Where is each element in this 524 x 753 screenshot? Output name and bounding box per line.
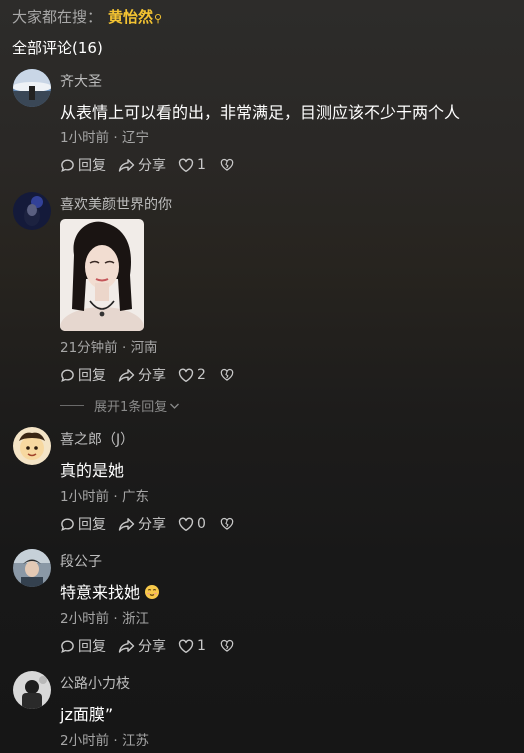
expand-replies-button[interactable]: 展开1条回复 [60,396,180,415]
heart-icon [178,158,194,172]
reply-button[interactable]: 回复 [60,636,106,656]
share-button[interactable]: 分享 [118,514,166,534]
username[interactable]: 段公子 [60,551,102,571]
reply-label: 回复 [78,639,106,655]
meta-separator: · [117,340,131,356]
reply-label: 回复 [78,517,106,533]
search-hint-label: 大家都在搜： [12,8,103,26]
meta-separator: · [109,733,122,749]
like-count: 0 [197,516,206,532]
comment-actions: 回复 分享 1 [60,636,234,656]
share-label: 分享 [138,517,166,533]
expand-replies-label: 展开1条回复 [94,400,168,415]
share-label: 分享 [138,368,166,384]
comment-actions: 回复 分享 0 [60,514,234,534]
reply-label: 回复 [78,368,106,384]
search-icon: ⚲ [154,12,163,25]
dislike-button[interactable] [220,639,234,653]
broken-heart-icon [220,158,234,171]
comment-actions: 回复 分享 1 [60,155,234,175]
comment-text: jz面膜” [60,705,114,724]
smile-emoji-icon [145,585,160,599]
heart-icon [178,639,194,653]
share-button[interactable]: 分享 [118,636,166,656]
comment-location: 江苏 [121,733,149,749]
comment-time: 1小时前 [60,489,110,505]
comment-meta: 2小时前 · 江苏 [60,729,149,749]
comment-text: 真的是她 [60,461,125,480]
share-icon [118,517,135,531]
username[interactable]: 喜之郎（J） [60,429,134,449]
comment-image[interactable] [60,219,144,331]
comments-count-title: 全部评论(16) [12,39,103,57]
comment-time: 1小时前 [60,130,110,146]
share-icon [118,158,135,172]
comment-time: 21分钟前 [60,340,118,356]
comment-meta: 1小时前 · 辽宁 [60,126,149,146]
comment-actions: 回复 分享 2 [60,365,234,385]
comment-text: 从表情上可以看的出，非常满足，目测应该不少于两个人 [60,103,461,122]
comment-location: 辽宁 [121,130,149,146]
reply-icon [61,368,74,382]
meta-separator: · [109,130,122,146]
like-button[interactable]: 1 [178,638,206,654]
comment-location: 广东 [121,489,149,505]
avatar[interactable] [13,427,51,465]
comment-meta: 21分钟前 · 河南 [60,336,158,356]
dislike-button[interactable] [220,158,234,172]
avatar[interactable] [13,192,51,230]
divider [60,405,84,406]
username[interactable]: 齐大圣 [60,71,102,91]
reply-icon [61,517,74,531]
reply-button[interactable]: 回复 [60,514,106,534]
comment-meta: 2小时前 · 浙江 [60,607,149,627]
like-count: 2 [197,367,206,383]
username[interactable]: 公路小力枝 [60,673,130,693]
comment-time: 2小时前 [60,733,110,749]
reply-button[interactable]: 回复 [60,155,106,175]
comment-meta: 1小时前 · 广东 [60,485,149,505]
share-label: 分享 [138,158,166,174]
dislike-button[interactable] [220,517,234,531]
like-button[interactable]: 2 [178,367,206,383]
avatar[interactable] [13,671,51,709]
comment-time: 2小时前 [60,611,110,627]
share-button[interactable]: 分享 [118,365,166,385]
dislike-button[interactable] [220,368,234,382]
chevron-down-icon [170,403,180,409]
comment-text: 特意来找她 [60,579,160,603]
reply-button[interactable]: 回复 [60,365,106,385]
comment-text-content: 特意来找她 [60,583,141,602]
like-count: 1 [197,157,206,173]
share-icon [118,368,135,382]
heart-icon [178,368,194,382]
like-button[interactable]: 0 [178,516,206,532]
comment-location: 浙江 [121,611,149,627]
like-count: 1 [197,638,206,654]
broken-heart-icon [220,639,234,652]
avatar[interactable] [13,549,51,587]
avatar[interactable] [13,69,51,107]
reply-label: 回复 [78,158,106,174]
search-suggestion[interactable]: 大家都在搜： 黄怡然⚲ [12,6,162,27]
meta-separator: · [109,489,122,505]
broken-heart-icon [220,517,234,530]
share-button[interactable]: 分享 [118,155,166,175]
comment-location: 河南 [130,340,158,356]
reply-icon [61,158,74,172]
like-button[interactable]: 1 [178,157,206,173]
username[interactable]: 喜欢美颜世界的你 [60,194,172,214]
meta-separator: · [109,611,122,627]
share-icon [118,639,135,653]
search-keyword[interactable]: 黄怡然 [108,8,153,26]
broken-heart-icon [220,368,234,381]
reply-icon [61,639,74,653]
heart-icon [178,517,194,531]
share-label: 分享 [138,639,166,655]
